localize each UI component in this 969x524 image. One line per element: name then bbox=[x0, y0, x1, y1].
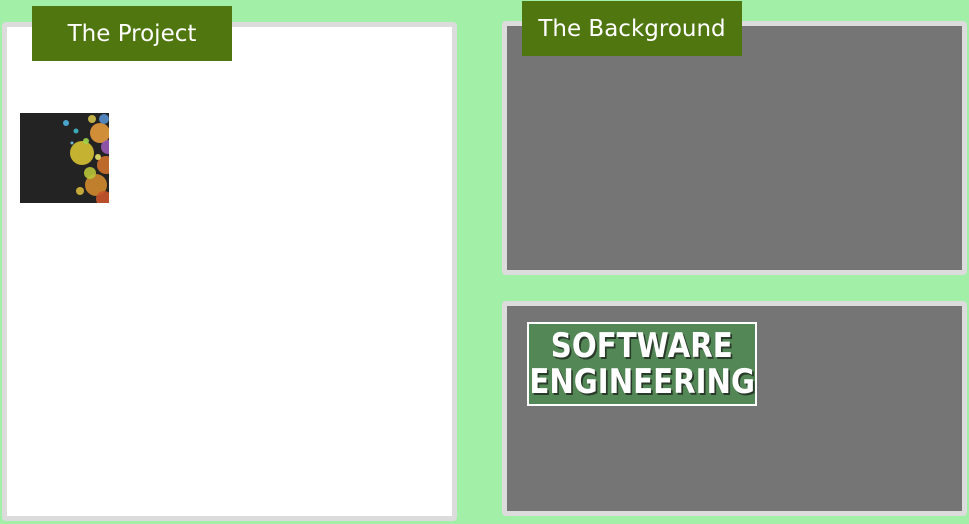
tab-the-background[interactable]: The Background bbox=[522, 1, 742, 56]
tab-the-project[interactable]: The Project bbox=[32, 6, 232, 61]
software-engineering-badge[interactable]: SOFTWARE ENGINEERING bbox=[527, 322, 757, 406]
badge-line-software: SOFTWARE bbox=[551, 326, 733, 366]
bokeh-image-icon bbox=[20, 113, 109, 203]
badge-line-engineering: ENGINEERING bbox=[529, 362, 755, 402]
bokeh-thumbnail-image[interactable] bbox=[20, 113, 109, 203]
project-panel bbox=[2, 22, 457, 521]
background-panel bbox=[502, 21, 967, 275]
